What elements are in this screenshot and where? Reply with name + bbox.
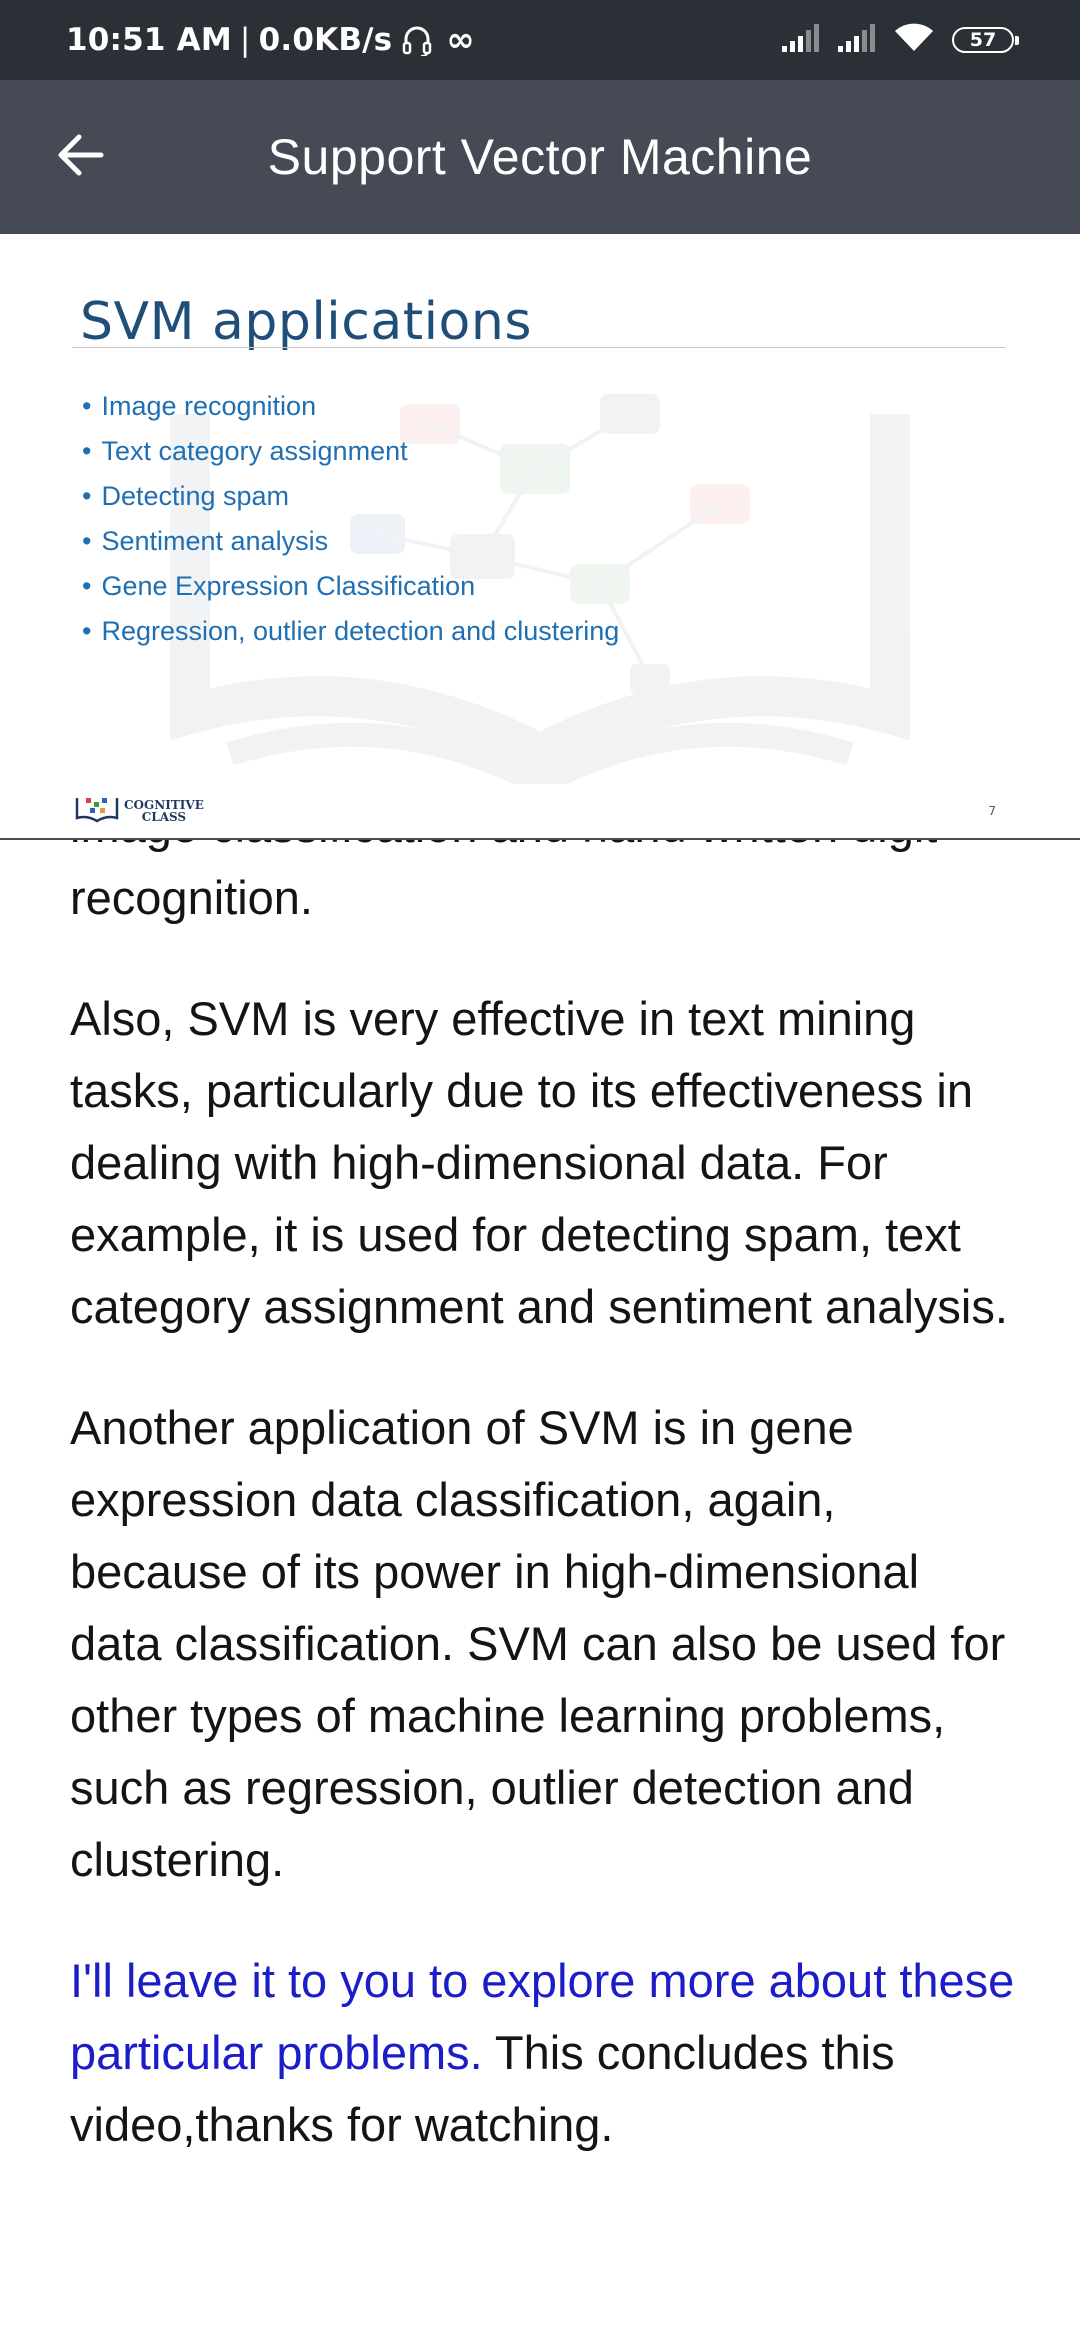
list-item: Detecting spam	[82, 474, 619, 519]
status-network-speed: 0.0KB/s	[258, 22, 393, 58]
slide-bullet-list: Image recognition Text category assignme…	[82, 384, 619, 654]
transcript-paragraph: image classification and hand written di…	[70, 840, 937, 924]
list-item: Regression, outlier detection and cluste…	[82, 609, 619, 654]
cognitive-class-logo: COGNITIVE CLASS	[74, 794, 204, 828]
slide-page-number: 7	[988, 804, 996, 818]
list-item: Image recognition	[82, 384, 619, 429]
transcript-paragraph: I'll leave it to you to explore more abo…	[70, 1945, 1020, 2161]
battery-icon: 57	[952, 27, 1019, 53]
wifi-icon	[894, 23, 934, 57]
page-title: Support Vector Machine	[267, 129, 813, 185]
battery-level: 57	[969, 29, 997, 51]
transcript-paragraph: Also, SVM is very effective in text mini…	[70, 992, 1008, 1333]
slide-image: SVM applications Image recognition Text …	[0, 234, 1080, 839]
logo-text-line2: CLASS	[141, 810, 187, 824]
transcript-scroll-area[interactable]: image classification and hand written di…	[0, 840, 1080, 2340]
status-separator: |	[239, 22, 251, 58]
status-left: 10:51 AM | 0.0KB/s ∞	[66, 0, 475, 80]
slide-title: SVM applications	[80, 292, 532, 352]
list-item: Sentiment analysis	[82, 519, 619, 564]
status-time: 10:51 AM	[66, 22, 232, 58]
infinity-icon: ∞	[446, 20, 475, 60]
slide-title-rule	[72, 347, 1006, 348]
list-item: Gene Expression Classification	[82, 564, 619, 609]
logo-text: COGNITIVE CLASS	[124, 799, 204, 823]
headset-icon	[402, 24, 432, 56]
book-logo-icon	[74, 794, 120, 828]
signal-icon	[782, 24, 820, 56]
status-bar: 10:51 AM | 0.0KB/s ∞ 57	[0, 0, 1080, 80]
transcript-paragraph: Another application of SVM is in gene ex…	[70, 1401, 1006, 1886]
status-right: 57	[782, 0, 1019, 80]
transcript-content: image classification and hand written di…	[70, 840, 1020, 2210]
app-bar: Support Vector Machine	[0, 80, 1080, 234]
signal-icon	[838, 24, 876, 56]
list-item: Text category assignment	[82, 429, 619, 474]
